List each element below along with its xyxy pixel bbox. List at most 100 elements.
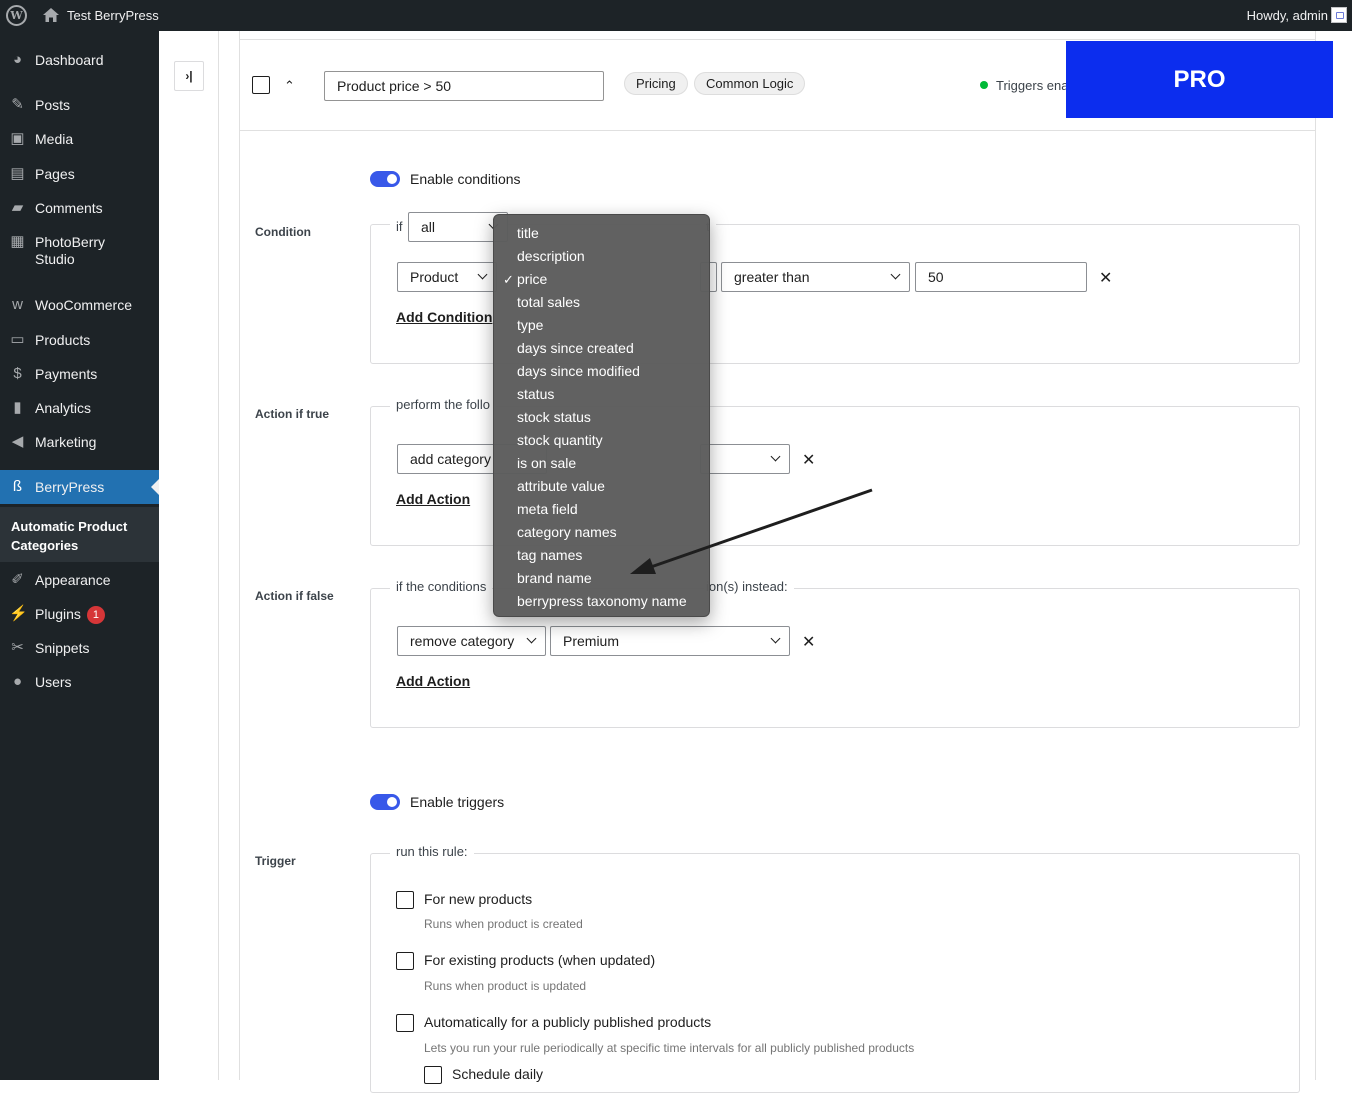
chevron-down-icon bbox=[891, 263, 901, 291]
site-name-link[interactable]: Test BerryPress bbox=[67, 8, 159, 23]
pin-icon: ✎ bbox=[11, 96, 24, 113]
sidebar-item-label: Plugins 1 bbox=[35, 606, 105, 624]
dropdown-option-days-since-created[interactable]: days since created bbox=[517, 340, 634, 357]
dropdown-option-title[interactable]: title bbox=[517, 225, 539, 242]
dropdown-option-tag-names[interactable]: tag names bbox=[517, 547, 582, 564]
dropdown-option-brand-name[interactable]: brand name bbox=[517, 570, 592, 587]
sidebar-item-analytics[interactable]: ▮ Analytics bbox=[0, 391, 159, 425]
woo-icon: w bbox=[12, 296, 23, 313]
condition-operator-select[interactable]: greater than bbox=[721, 262, 910, 292]
status-dot-icon bbox=[980, 81, 988, 89]
trigger-published-products-label[interactable]: Automatically for a publicly published p… bbox=[424, 1014, 711, 1030]
chevron-up-icon[interactable]: ⌃ bbox=[284, 78, 295, 94]
add-action-false-link[interactable]: Add Action bbox=[396, 673, 470, 689]
howdy-user-link[interactable]: Howdy, admin bbox=[1247, 8, 1328, 23]
action-true-legend: perform the follo bbox=[390, 397, 496, 412]
submenu-item-automatic-product-categories[interactable]: Automatic Product Categories bbox=[11, 517, 151, 555]
wordpress-logo-icon[interactable]: W bbox=[6, 5, 27, 26]
remove-action-true-icon[interactable]: ✕ bbox=[802, 450, 815, 470]
sidebar-item-label: Analytics bbox=[35, 400, 92, 416]
sidebar-item-comments[interactable]: ▰ Comments bbox=[0, 191, 159, 225]
brush-icon: ✐ bbox=[11, 571, 24, 588]
sidebar-item-label: BerryPress bbox=[35, 479, 105, 495]
dropdown-option-is-on-sale[interactable]: is on sale bbox=[517, 455, 576, 472]
add-action-true-link[interactable]: Add Action bbox=[396, 491, 470, 507]
payments-icon: $ bbox=[13, 365, 22, 382]
trigger-existing-products-checkbox[interactable] bbox=[396, 952, 414, 970]
sidebar-item-payments[interactable]: $ Payments bbox=[0, 357, 159, 391]
action-false-row-label: Action if false bbox=[255, 589, 334, 603]
action-false-legend-left: if the conditions bbox=[390, 579, 493, 594]
trigger-legend: run this rule: bbox=[390, 844, 474, 859]
condition-subject-select[interactable]: Product bbox=[397, 262, 497, 292]
trigger-existing-products-label[interactable]: For existing products (when updated) bbox=[424, 952, 655, 968]
sidebar-item-pages[interactable]: ▤ Pages bbox=[0, 157, 159, 191]
chevron-down-icon bbox=[771, 627, 781, 655]
dropdown-option-description[interactable]: description bbox=[517, 248, 585, 265]
dropdown-option-attribute-value[interactable]: attribute value bbox=[517, 478, 605, 495]
sidebar-item-photoberry[interactable]: ▦ PhotoBerry Studio bbox=[0, 225, 159, 273]
trigger-new-products-checkbox[interactable] bbox=[396, 891, 414, 909]
user-icon: ● bbox=[12, 673, 23, 690]
schedule-daily-checkbox[interactable] bbox=[424, 1066, 442, 1084]
add-condition-link[interactable]: Add Condition bbox=[396, 309, 492, 325]
trigger-published-products-checkbox[interactable] bbox=[396, 1014, 414, 1032]
collapse-column: ›| bbox=[159, 31, 219, 1080]
sidebar-item-appearance[interactable]: ✐ Appearance bbox=[0, 563, 159, 597]
dropdown-option-type[interactable]: type bbox=[517, 317, 543, 334]
dropdown-option-berrypress-taxonomy-name[interactable]: berrypress taxonomy name bbox=[517, 593, 687, 610]
condition-value-input[interactable]: 50 bbox=[915, 262, 1087, 292]
dropdown-option-status[interactable]: status bbox=[517, 386, 554, 403]
enable-triggers-toggle[interactable] bbox=[370, 794, 400, 810]
sidebar-item-label: Pages bbox=[35, 166, 75, 182]
sidebar-item-products[interactable]: ▭ Products bbox=[0, 323, 159, 357]
dropdown-option-total-sales[interactable]: total sales bbox=[517, 294, 580, 311]
berrypress-icon: ß bbox=[12, 478, 23, 495]
sidebar-item-label: Users bbox=[35, 674, 72, 690]
sidebar-item-plugins[interactable]: ⚡ Plugins 1 bbox=[0, 597, 159, 631]
dropdown-option-price[interactable]: price bbox=[503, 271, 548, 288]
dashboard-icon: ◕ bbox=[12, 51, 23, 68]
rule-select-checkbox[interactable] bbox=[252, 76, 270, 94]
chevron-down-icon bbox=[771, 445, 781, 473]
enable-conditions-toggle[interactable] bbox=[370, 171, 400, 187]
sidebar-item-berrypress[interactable]: ß BerryPress bbox=[0, 470, 159, 504]
pro-banner[interactable]: PRO bbox=[1066, 41, 1333, 118]
sidebar-item-marketing[interactable]: ◀ Marketing bbox=[0, 425, 159, 459]
chevron-down-icon bbox=[478, 263, 488, 291]
rule-name-input[interactable] bbox=[324, 71, 604, 101]
dropdown-option-days-since-modified[interactable]: days since modified bbox=[517, 363, 640, 380]
dropdown-option-stock-quantity[interactable]: stock quantity bbox=[517, 432, 603, 449]
enable-triggers-label: Enable triggers bbox=[410, 794, 505, 810]
action-false-category-select[interactable]: Premium bbox=[550, 626, 790, 656]
sidebar-item-label: WooCommerce bbox=[35, 297, 132, 313]
expand-sidebar-button[interactable]: ›| bbox=[174, 61, 204, 91]
tag-pricing[interactable]: Pricing bbox=[624, 72, 688, 95]
dropdown-option-category-names[interactable]: category names bbox=[517, 524, 617, 541]
action-true-category-select[interactable] bbox=[700, 444, 790, 474]
enable-conditions-label: Enable conditions bbox=[410, 171, 521, 187]
sidebar-item-label: Media bbox=[35, 131, 74, 147]
remove-action-false-icon[interactable]: ✕ bbox=[802, 632, 815, 652]
sidebar-item-snippets[interactable]: ✂ Snippets bbox=[0, 631, 159, 665]
sidebar-item-label: Snippets bbox=[35, 640, 90, 656]
sidebar-item-media[interactable]: ▣ Media bbox=[0, 122, 159, 156]
tag-common-logic[interactable]: Common Logic bbox=[694, 72, 806, 95]
remove-condition-icon[interactable]: ✕ bbox=[1099, 268, 1112, 288]
trigger-row-label: Trigger bbox=[255, 854, 296, 868]
action-false-select[interactable]: remove category bbox=[397, 626, 546, 656]
pages-icon: ▤ bbox=[10, 165, 25, 182]
trigger-new-products-label[interactable]: For new products bbox=[424, 891, 532, 907]
comments-icon: ▰ bbox=[11, 199, 24, 216]
plugin-icon: ⚡ bbox=[9, 605, 28, 622]
avatar[interactable] bbox=[1331, 7, 1347, 23]
admin-sidebar: ◕ Dashboard ✎ Posts ▣ Media ▤ Pages ▰ Co… bbox=[0, 31, 159, 1080]
home-icon[interactable] bbox=[42, 6, 60, 24]
dropdown-option-stock-status[interactable]: stock status bbox=[517, 409, 591, 426]
sidebar-item-dashboard[interactable]: ◕ Dashboard bbox=[0, 43, 159, 77]
sidebar-item-users[interactable]: ● Users bbox=[0, 665, 159, 699]
dropdown-option-meta-field[interactable]: meta field bbox=[517, 501, 578, 518]
sidebar-item-posts[interactable]: ✎ Posts bbox=[0, 88, 159, 122]
media-icon: ▣ bbox=[10, 130, 25, 147]
sidebar-item-woocommerce[interactable]: w WooCommerce bbox=[0, 288, 159, 322]
